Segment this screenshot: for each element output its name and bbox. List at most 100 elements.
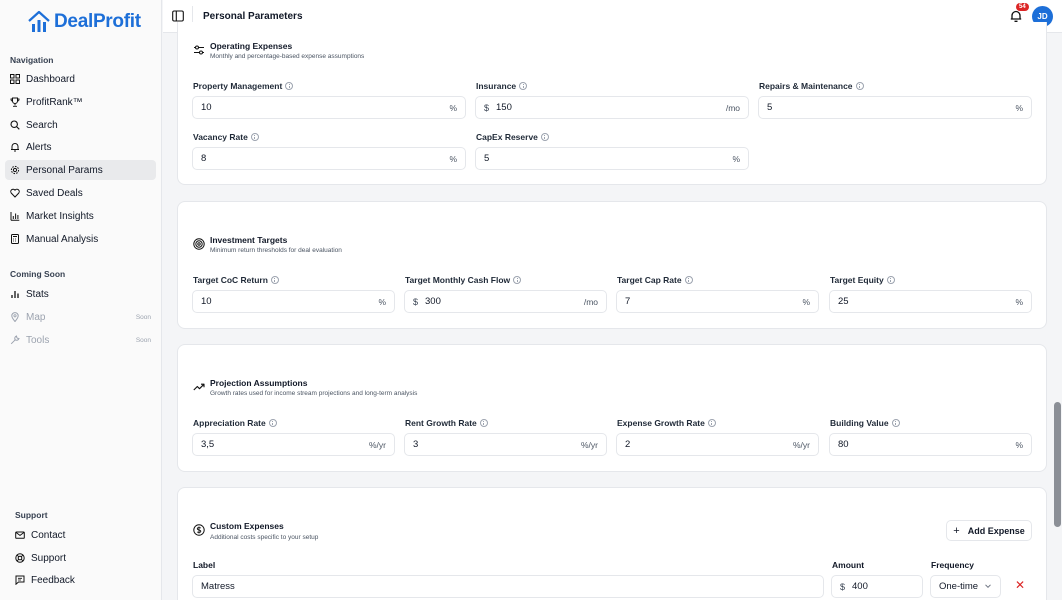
info-icon[interactable]	[519, 82, 528, 90]
sidebar-item-label: Dashboard	[26, 73, 75, 85]
nav-heading: Navigation	[10, 55, 54, 65]
stats-icon	[10, 289, 20, 299]
sidebar-item-feedback[interactable]: Feedback	[10, 570, 161, 590]
logo[interactable]: DealProfit	[27, 9, 141, 35]
sidebar-toggle-icon[interactable]	[172, 10, 184, 22]
info-icon[interactable]	[707, 419, 716, 427]
vacancy-rate-input[interactable]: 8%	[192, 147, 466, 170]
sidebar-item-personal-params[interactable]: Personal Params	[5, 160, 156, 180]
target-monthly-cash-flow-input[interactable]: $300/mo	[404, 290, 607, 313]
wrench-icon	[10, 335, 20, 345]
info-icon[interactable]	[270, 276, 279, 284]
chevron-down-icon	[985, 584, 991, 589]
sidebar-item-label: Contact	[31, 529, 66, 541]
target-coc-return-input[interactable]: 10%	[192, 290, 395, 313]
target-icon	[193, 238, 205, 250]
plus-icon: +	[953, 524, 960, 537]
coming-soon-heading: Coming Soon	[10, 269, 66, 279]
field-label: Target CoC Return	[193, 275, 279, 285]
sidebar-item-market-insights[interactable]: Market Insights	[5, 206, 156, 226]
sidebar-item-saved-deals[interactable]: Saved Deals	[5, 183, 156, 203]
expense-label-input[interactable]: Matress	[192, 575, 824, 598]
field-label: Property Management	[193, 81, 294, 91]
soon-badge: Soon	[135, 336, 151, 344]
section-subtitle: Monthly and percentage-based expense ass…	[210, 53, 365, 60]
alert-icon	[10, 142, 20, 152]
expense-amount-input[interactable]: $400	[831, 575, 923, 598]
sidebar-item-label: Tools	[26, 334, 50, 346]
dollar-circle-icon	[193, 524, 205, 536]
label-column-header: Label	[193, 560, 216, 570]
page-title: Personal Parameters	[203, 11, 303, 22]
info-icon[interactable]	[268, 419, 277, 427]
target-cap-rate-input[interactable]: 7%	[616, 290, 819, 313]
add-expense-button[interactable]: + Add Expense	[946, 520, 1032, 541]
sidebar-item-label: Map	[26, 311, 46, 323]
info-icon[interactable]	[513, 276, 522, 284]
sidebar-item-dashboard[interactable]: Dashboard	[5, 69, 156, 89]
sidebar-item-alerts[interactable]: Alerts	[5, 137, 156, 157]
heart-icon	[10, 188, 20, 198]
support-heading: Support	[15, 510, 48, 520]
logo-text: DealProfit	[54, 11, 141, 32]
sidebar-item-label: Alerts	[26, 141, 52, 153]
info-icon[interactable]	[540, 133, 549, 141]
soon-badge: Soon	[135, 313, 151, 321]
field-label: Target Equity	[830, 275, 895, 285]
notification-badge: 54	[1016, 3, 1029, 11]
field-label: Rent Growth Rate	[405, 418, 488, 428]
sidebar-item-label: Manual Analysis	[26, 233, 99, 245]
calculator-icon	[10, 234, 20, 244]
repairs-maintenance-input[interactable]: 5%	[758, 96, 1032, 119]
sidebar-item-contact[interactable]: Contact	[10, 525, 161, 545]
sidebar-item-label: Feedback	[31, 574, 75, 586]
target-equity-input[interactable]: 25%	[829, 290, 1032, 313]
sidebar: DealProfit Navigation Dashboard ProfitRa…	[0, 0, 162, 600]
section-subtitle: Additional costs specific to your setup	[210, 534, 319, 541]
sidebar-item-label: Support	[31, 552, 67, 564]
message-icon	[15, 575, 25, 585]
info-icon[interactable]	[479, 419, 488, 427]
sidebar-item-support[interactable]: Support	[10, 548, 161, 568]
sidebar-item-profitrank[interactable]: ProfitRank™	[5, 92, 156, 112]
frequency-select[interactable]: One-time	[930, 575, 1001, 598]
info-icon[interactable]	[855, 82, 864, 90]
rent-growth-rate-input[interactable]: 3 %/yr	[404, 433, 607, 456]
bell-icon[interactable]	[1009, 9, 1023, 23]
section-title: Projection Assumptions	[210, 378, 308, 388]
section-title: Custom Expenses	[210, 521, 284, 531]
sidebar-item-stats[interactable]: Stats	[5, 284, 156, 304]
scrollbar-thumb[interactable]	[1054, 402, 1061, 527]
field-label: Target Monthly Cash Flow	[405, 275, 522, 285]
sidebar-item-search[interactable]: Search	[5, 115, 156, 135]
info-icon[interactable]	[684, 276, 693, 284]
expense-growth-rate-input[interactable]: 2 %/yr	[616, 433, 819, 456]
field-label: Building Value	[830, 418, 900, 428]
field-label: Vacancy Rate	[193, 132, 259, 142]
field-label: Target Cap Rate	[617, 275, 693, 285]
info-icon[interactable]	[285, 82, 294, 90]
field-label: Expense Growth Rate	[617, 418, 716, 428]
remove-expense-icon[interactable]: ✕	[1014, 579, 1026, 591]
sidebar-item-label: Search	[26, 119, 58, 131]
field-label: Appreciation Rate	[193, 418, 277, 428]
info-icon[interactable]	[250, 133, 259, 141]
sidebar-item-manual-analysis[interactable]: Manual Analysis	[5, 229, 156, 249]
property-management-input[interactable]: 10%	[192, 96, 466, 119]
map-pin-icon	[10, 312, 20, 322]
mail-icon	[15, 530, 25, 540]
sidebar-item-label: Stats	[26, 288, 49, 300]
info-icon[interactable]	[891, 419, 900, 427]
lifebuoy-icon	[15, 553, 25, 563]
building-value-input[interactable]: 80%	[829, 433, 1032, 456]
sidebar-item-label: Saved Deals	[26, 187, 83, 199]
capex-reserve-input[interactable]: 5%	[475, 147, 749, 170]
sidebar-item-map: Map Soon	[5, 307, 156, 327]
field-label: CapEx Reserve	[476, 132, 549, 142]
field-label: Repairs & Maintenance	[759, 81, 864, 91]
info-icon[interactable]	[886, 276, 895, 284]
sidebar-item-label: Personal Params	[26, 164, 103, 176]
insurance-input[interactable]: $150/mo	[475, 96, 749, 119]
grid-icon	[10, 74, 20, 84]
appreciation-rate-input[interactable]: 3,5 %/yr	[192, 433, 395, 456]
